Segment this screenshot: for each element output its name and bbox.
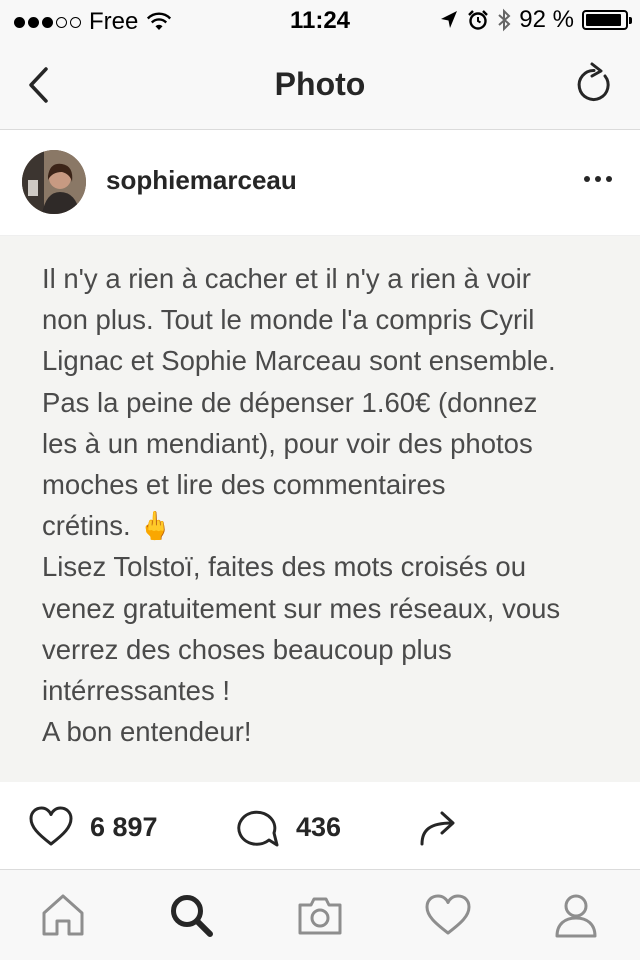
status-right: 92 % [439, 6, 632, 34]
activity-heart-icon [425, 894, 471, 935]
refresh-icon[interactable] [574, 62, 614, 106]
profile-icon [555, 894, 597, 938]
post-image[interactable]: Il n'y a rien à cacher et il n'y a rien … [0, 236, 640, 782]
search-icon [171, 895, 213, 937]
post-actions: 6 897 436 [0, 782, 640, 870]
comment-bubble-icon [237, 810, 279, 847]
post-header: sophiemarceau [0, 130, 640, 236]
share-arrow-icon [420, 811, 455, 846]
post-username[interactable]: sophiemarceau [106, 165, 297, 196]
bluetooth-icon [498, 8, 511, 32]
tab-search[interactable] [166, 890, 216, 940]
comment-button[interactable]: 436 [234, 804, 341, 850]
camera-icon [298, 897, 342, 935]
location-arrow-icon [441, 11, 458, 28]
tab-camera[interactable] [295, 890, 345, 940]
tab-profile[interactable] [551, 890, 601, 940]
like-button[interactable]: 6 897 [28, 804, 158, 850]
share-button[interactable] [414, 804, 460, 850]
post-image-text: Il n'y a rien à cacher et il n'y a rien … [42, 263, 561, 748]
comment-count[interactable]: 436 [296, 812, 341, 843]
heart-icon [29, 806, 73, 846]
page-title: Photo [274, 66, 366, 102]
home-icon [42, 894, 84, 936]
avatar[interactable] [22, 150, 86, 214]
battery-percent: 92 % [519, 6, 574, 33]
tab-bar [0, 870, 640, 960]
like-count[interactable]: 6 897 [90, 812, 158, 843]
navigation-bar: Photo [0, 40, 640, 130]
ellipsis-icon[interactable] [584, 176, 612, 182]
status-bar: Free 11:24 92 % [0, 0, 640, 40]
tab-activity[interactable] [423, 890, 473, 940]
battery-icon [582, 10, 632, 30]
alarm-clock-icon [468, 10, 489, 30]
tab-home[interactable] [38, 890, 88, 940]
